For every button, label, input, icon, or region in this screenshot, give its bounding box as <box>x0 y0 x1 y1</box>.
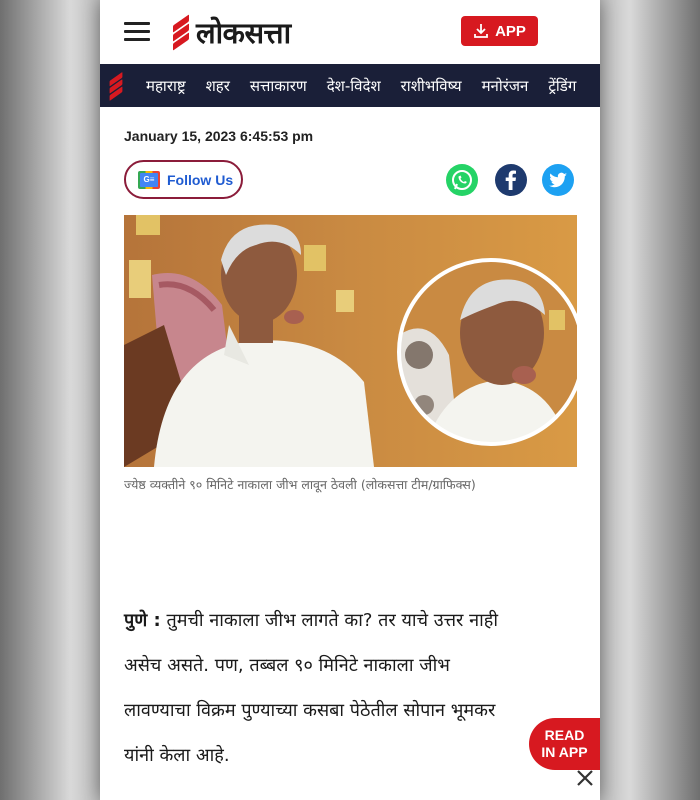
app-download-button[interactable]: APP <box>461 16 538 46</box>
close-icon[interactable] <box>573 766 597 790</box>
category-nav: महाराष्ट्र शहर सत्ताकारण देश-विदेश राशीभ… <box>100 64 600 107</box>
read-in-app-button[interactable]: READ IN APP <box>529 718 600 770</box>
article-line-4: यांनी केला आहे. <box>124 745 230 766</box>
download-icon <box>473 23 489 39</box>
read-in-app-line2: IN APP <box>541 744 588 760</box>
article-line-3: लावण्याचा विक्रम पुण्याच्या कसबा पेठेतील… <box>124 700 496 721</box>
nav-item-city[interactable]: शहर <box>196 76 240 96</box>
logo-mark-icon <box>170 14 192 51</box>
mobile-page: लोकसत्ता APP महाराष्ट्र शहर सत्ताकारण दे… <box>100 0 600 800</box>
app-button-label: APP <box>495 22 526 40</box>
nav-home-icon[interactable] <box>100 64 136 107</box>
read-in-app-line1: READ <box>544 727 585 743</box>
site-header: लोकसत्ता APP <box>100 0 600 64</box>
google-news-icon <box>138 170 160 189</box>
article-line-1: पुणे : तुमची नाकाला जीभ लागते का? तर याच… <box>124 610 498 631</box>
nav-item-trending[interactable]: ट्रेंडिंग <box>538 76 586 96</box>
logo-text: लोकसत्ता <box>196 15 291 50</box>
dateline: पुणे : <box>124 610 161 631</box>
nav-item-entertainment[interactable]: मनोरंजन <box>472 76 539 96</box>
article-photo <box>124 215 577 467</box>
article-body: पुणे : तुमची नाकाला जीभ लागते का? तर याच… <box>124 598 574 778</box>
photo-caption: ज्येष्ठ व्यक्तीने ९० मिनिटे नाकाला जीभ ल… <box>124 477 476 492</box>
follow-us-button[interactable]: Follow Us <box>124 160 243 199</box>
hamburger-menu-icon[interactable] <box>124 22 150 42</box>
article-date: January 15, 2023 6:45:53 pm <box>124 128 314 144</box>
article-line-2: असेच असते. पण, तब्बल ९० मिनिटे नाकाला जी… <box>124 655 450 676</box>
left-backdrop <box>0 0 100 800</box>
nav-item-world[interactable]: देश-विदेश <box>317 76 391 96</box>
nav-item-politics[interactable]: सत्ताकारण <box>240 76 317 96</box>
nav-item-maharashtra[interactable]: महाराष्ट्र <box>136 76 196 96</box>
right-backdrop <box>600 0 700 800</box>
site-logo[interactable]: लोकसत्ता <box>170 12 291 52</box>
facebook-icon[interactable] <box>495 164 527 196</box>
whatsapp-icon[interactable] <box>446 164 478 196</box>
nav-item-horoscope[interactable]: राशीभविष्य <box>391 76 472 96</box>
twitter-icon[interactable] <box>542 164 574 196</box>
follow-us-label: Follow Us <box>167 171 234 188</box>
